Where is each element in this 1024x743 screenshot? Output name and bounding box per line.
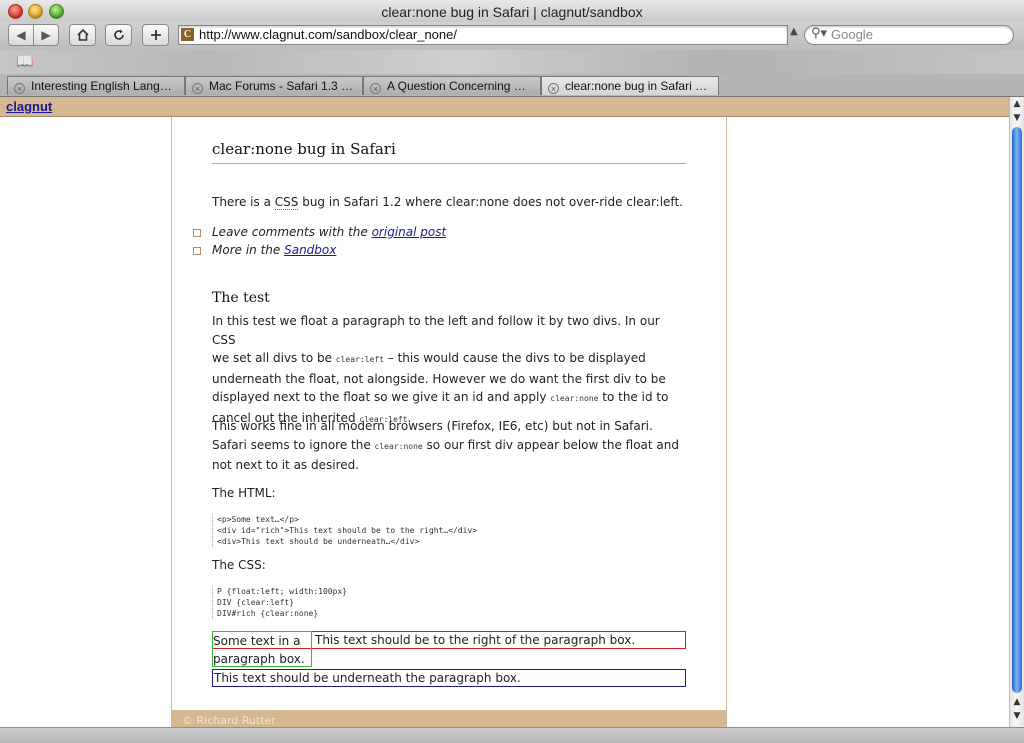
inline-code: clear:none	[374, 441, 423, 451]
text-span: – this would cause the divs to be displa…	[383, 351, 646, 365]
address-text[interactable]: http://www.clagnut.com/sandbox/clear_non…	[199, 27, 457, 42]
section-heading: The test	[212, 290, 270, 306]
tab-close-icon[interactable]: ×	[370, 83, 381, 94]
css-label: The CSS:	[212, 558, 266, 572]
demo-rich-text: This text should be to the right of the …	[315, 633, 636, 647]
intro-text: There is a	[212, 195, 275, 209]
inline-code: clear:none	[550, 394, 599, 403]
text-line: Safari seems to ignore the clear:none so…	[212, 436, 686, 457]
home-icon	[76, 28, 89, 41]
tab-3[interactable]: × A Question Concerning …	[363, 76, 541, 95]
html-code-block: <p>Some text…</p> <div id="rich">This tex…	[212, 514, 691, 547]
text-line: This works fine in all modern browsers (…	[212, 419, 653, 433]
tab-2[interactable]: × Mac Forums - Safari 1.3 …	[185, 76, 363, 95]
tab-close-icon[interactable]: ×	[14, 83, 25, 94]
tab-label: Mac Forums - Safari 1.3 …	[209, 79, 354, 93]
sandbox-link[interactable]: Sandbox	[284, 243, 336, 257]
demo-cleared-div: This text should be underneath the parag…	[212, 669, 686, 687]
search-icon: ⚲▾	[811, 26, 828, 41]
text-span: Safari seems to ignore the	[212, 437, 375, 452]
tab-close-icon[interactable]: ×	[548, 83, 559, 94]
intro-paragraph: There is a CSS bug in Safari 1.2 where c…	[212, 193, 686, 212]
demo-float-paragraph: Some text in a paragraph box.	[212, 631, 312, 667]
css-code-block: P {float:left; width:100px} DIV {clear:le…	[212, 586, 691, 619]
reload-icon	[113, 29, 124, 40]
page-viewport: clagnut clear:none bug in Safari There i…	[0, 97, 1009, 727]
code-line: <div id="rich">This text should be to th…	[217, 526, 478, 535]
address-bar[interactable]: C http://www.clagnut.com/sandbox/clear_n…	[178, 25, 788, 45]
text-line: In this test we float a paragraph to the…	[212, 314, 660, 347]
list-item-text: Leave comments with the	[212, 225, 372, 239]
search-placeholder: Google	[831, 27, 873, 42]
list-item: More in the Sandbox	[193, 243, 336, 257]
tab-close-icon[interactable]: ×	[192, 83, 203, 94]
original-post-link[interactable]: original post	[372, 225, 447, 239]
scroll-up-arrow-icon[interactable]: ▲	[1012, 697, 1022, 707]
site-favicon-icon: C	[181, 28, 194, 41]
test-paragraph-2: This works fine in all modern browsers (…	[212, 417, 686, 475]
content-column: clear:none bug in Safari There is a CSS …	[171, 117, 727, 727]
scroll-down-arrow-icon[interactable]: ▼	[1012, 711, 1022, 721]
scroll-up-arrow-icon[interactable]: ▲	[1012, 99, 1022, 109]
back-button[interactable]: ◀	[8, 24, 34, 46]
text-line: not next to it as desired.	[212, 458, 360, 472]
list-item-text: More in the	[212, 243, 285, 257]
scrollbar-thumb[interactable]	[1012, 127, 1022, 693]
home-button[interactable]	[69, 24, 96, 46]
bullet-icon	[193, 247, 201, 255]
snapback-icon[interactable]: ▲	[790, 26, 798, 37]
code-line: DIV#rich {clear:none}	[217, 609, 319, 618]
bookmarks-book-icon[interactable]: 📖	[16, 54, 33, 70]
css-abbreviation: CSS	[274, 195, 299, 210]
title-divider	[212, 163, 686, 164]
window-titlebar: clear:none bug in Safari | clagnut/sandb…	[0, 0, 1024, 22]
tab-1[interactable]: × Interesting English Lang…	[7, 76, 185, 95]
test-paragraph-1: In this test we float a paragraph to the…	[212, 312, 686, 429]
reload-button[interactable]	[105, 24, 132, 46]
footer-copyright: © Richard Rutter	[182, 714, 276, 727]
page-title: clear:none bug in Safari	[212, 140, 396, 158]
inline-code: clear:left	[335, 355, 384, 364]
text-span: we set all divs to be	[212, 351, 336, 365]
search-field[interactable]: ⚲▾ Google	[804, 25, 1014, 45]
bookmarks-bar: 📖	[0, 50, 1024, 75]
text-span: so our first div appear below the float …	[422, 437, 680, 452]
text-line: underneath the float, not alongside. How…	[212, 371, 666, 386]
text-line: we set all divs to be clear:left – this …	[212, 349, 686, 370]
site-header-bar: clagnut	[0, 97, 1009, 117]
forward-button[interactable]: ▶	[33, 24, 59, 46]
tab-4-active[interactable]: × clear:none bug in Safari …	[541, 76, 719, 95]
text-span: displayed next to the float so we give i…	[212, 390, 551, 404]
vertical-scrollbar[interactable]: ▲ ▼ ▲ ▼	[1009, 97, 1024, 727]
tab-label: clear:none bug in Safari …	[565, 79, 708, 93]
browser-toolbar: ◀ ▶ C http://www.clagnut.com/sandbox/cle…	[0, 22, 1024, 50]
site-home-link[interactable]: clagnut	[6, 99, 52, 114]
tab-label: Interesting English Lang…	[31, 79, 172, 93]
list-item: Leave comments with the original post	[193, 225, 447, 239]
window-title: clear:none bug in Safari | clagnut/sandb…	[381, 4, 643, 20]
intro-text: bug in Safari 1.2 where clear:none does …	[298, 195, 683, 209]
back-arrow-icon: ◀	[16, 28, 26, 42]
plus-icon	[150, 30, 161, 40]
page-footer: © Richard Rutter	[172, 710, 726, 727]
bullet-icon	[193, 229, 201, 237]
code-line: DIV {clear:left}	[217, 598, 295, 607]
scroll-down-arrow-icon[interactable]: ▼	[1012, 113, 1022, 123]
html-label: The HTML:	[212, 486, 276, 500]
tab-bar: × Interesting English Lang… × Mac Forums -…	[0, 74, 1024, 97]
text-span: to the id to	[598, 390, 669, 404]
text-line: displayed next to the float so we give i…	[212, 388, 686, 409]
code-line: <div>This text should be underneath…</di…	[217, 537, 420, 546]
code-line: <p>Some text…</p>	[217, 515, 299, 524]
code-line: P {float:left; width:100px}	[217, 587, 348, 596]
tab-label: A Question Concerning …	[387, 79, 526, 93]
add-bookmark-button[interactable]	[142, 24, 169, 46]
status-bar	[0, 727, 1024, 743]
forward-arrow-icon: ▶	[41, 28, 51, 42]
